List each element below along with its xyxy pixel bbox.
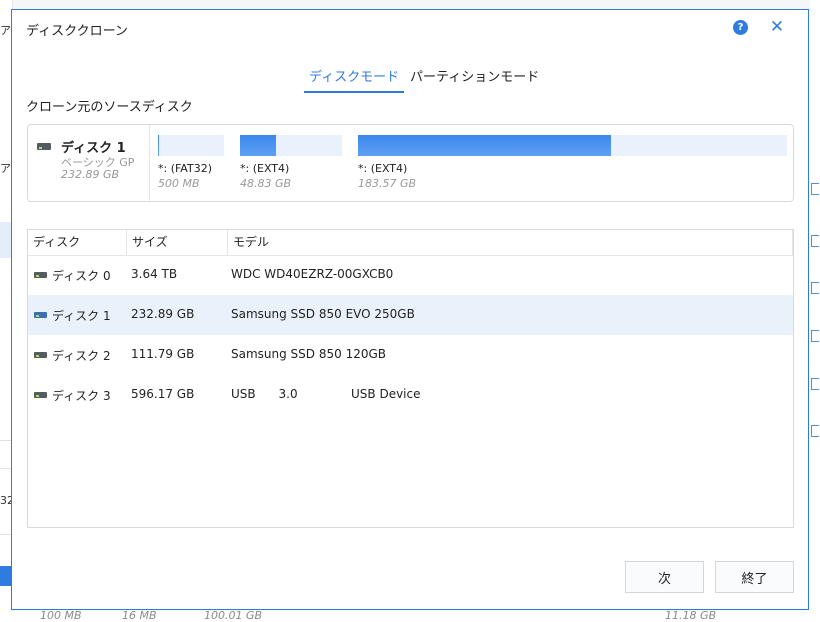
disk-name: ディスク 3	[52, 389, 111, 403]
hard-disk-icon	[34, 352, 47, 358]
background-toolbar-icon	[811, 282, 819, 294]
background-fragment: ア	[0, 24, 11, 37]
disk-size: 3.64 TB	[131, 267, 178, 281]
partition-usage-bar	[158, 135, 224, 156]
hard-disk-icon	[37, 143, 51, 150]
column-header-disk[interactable]: ディスク	[28, 230, 127, 255]
disk-size: 596.17 GB	[131, 387, 195, 401]
partition-usage-fill	[358, 135, 612, 156]
partition-2: *: (EXT4) 48.83 GB	[240, 135, 342, 190]
close-icon[interactable]: ✕	[767, 16, 787, 38]
source-disk-info: ディスク 1 ベーシック GP 232.89 GB	[28, 125, 150, 201]
background-fragment: ア	[0, 162, 11, 175]
disk-model: USB 3.0 USB Device	[231, 387, 421, 401]
partition-size: 183.57 GB	[358, 177, 417, 190]
mode-tabs: ディスクモード パーティションモード	[12, 66, 810, 96]
background-right-toolbar	[810, 0, 820, 620]
partition-usage-fill	[240, 135, 276, 156]
table-row-disk-1[interactable]: ディスク 1 232.89 GB Samsung SSD 850 EVO 250…	[28, 295, 793, 335]
source-disk-size: 232.89 GB	[61, 168, 120, 181]
partition-label: *: (FAT32)	[158, 162, 212, 175]
disk-model: Samsung SSD 850 120GB	[231, 347, 386, 361]
hard-disk-icon	[34, 272, 47, 278]
partition-3: *: (EXT4) 183.57 GB	[358, 135, 787, 190]
background-toolbar-icon	[811, 378, 819, 390]
disk-size: 111.79 GB	[131, 347, 195, 361]
disk-size: 232.89 GB	[131, 307, 195, 321]
source-disk-panel: ディスク 1 ベーシック GP 232.89 GB *: (FAT32) 500…	[27, 124, 794, 202]
column-header-size[interactable]: サイズ	[127, 230, 228, 255]
partition-size: 500 MB	[158, 177, 200, 190]
partition-usage-fill	[158, 135, 160, 156]
table-row-disk-3[interactable]: ディスク 3 596.17 GB USB 3.0 USB Device	[28, 375, 793, 415]
partition-size: 48.83 GB	[240, 177, 292, 190]
usb-disk-icon	[34, 392, 47, 398]
background-size-row: 100 MB 16 MB 100.01 GB 11.18 GB	[12, 609, 810, 622]
disk-name: ディスク 2	[52, 349, 111, 363]
finish-button[interactable]: 終了	[715, 561, 794, 593]
hard-disk-icon	[34, 312, 47, 318]
tab-partition-mode[interactable]: パーティションモード	[410, 66, 539, 91]
disk-model: WDC WD40EZRZ-00GXCB0	[231, 267, 394, 281]
background-toolbar-icon	[811, 235, 819, 247]
table-row-disk-2[interactable]: ディスク 2 111.79 GB Samsung SSD 850 120GB	[28, 335, 793, 375]
background-toolbar-icon	[811, 330, 819, 342]
partition-label: *: (EXT4)	[240, 162, 290, 175]
help-icon[interactable]: ?	[733, 20, 748, 35]
tab-disk-mode[interactable]: ディスクモード	[304, 66, 405, 93]
source-disk-heading: クローン元のソースディスク	[26, 100, 193, 115]
partition-usage-bar	[358, 135, 787, 156]
disk-list-table: ディスク サイズ モデル ディスク 0 3.64 TB WDC WD40EZRZ…	[27, 229, 794, 528]
background-toolbar-icon	[811, 183, 819, 195]
dialog-title: ディスククローン	[26, 24, 128, 39]
partition-label: *: (EXT4)	[358, 162, 408, 175]
partition-usage-bar	[240, 135, 342, 156]
column-header-model[interactable]: モデル	[228, 230, 793, 255]
disk-name: ディスク 0	[52, 269, 111, 283]
disk-clone-dialog: ディスククローン ? ✕ ディスクモード パーティションモード クローン元のソー…	[11, 9, 809, 610]
table-row-disk-0[interactable]: ディスク 0 3.64 TB WDC WD40EZRZ-00GXCB0	[28, 255, 793, 295]
partition-1: *: (FAT32) 500 MB	[158, 135, 224, 190]
background-toolbar-icon	[811, 425, 819, 437]
next-button[interactable]: 次	[625, 561, 704, 593]
table-header: ディスク サイズ モデル	[28, 230, 793, 256]
disk-name: ディスク 1	[52, 309, 111, 323]
disk-model: Samsung SSD 850 EVO 250GB	[231, 307, 415, 321]
